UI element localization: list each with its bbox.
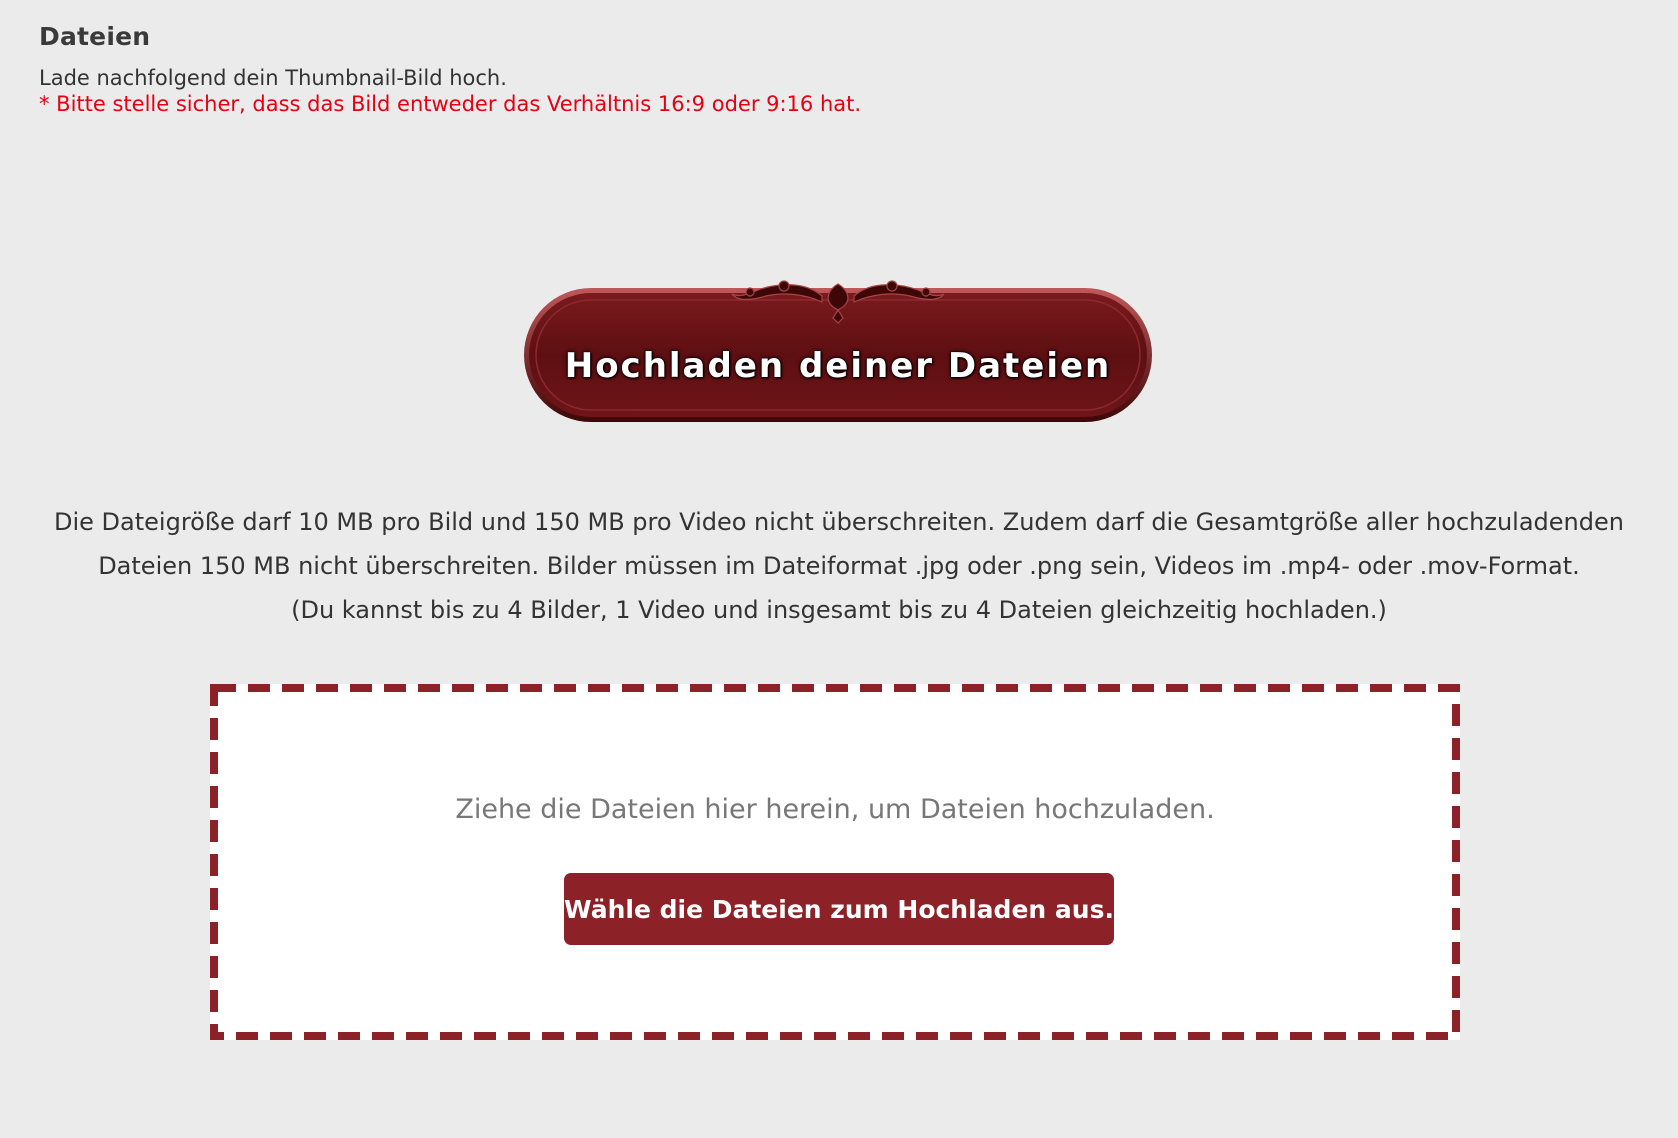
files-section-header: Dateien Lade nachfolgend dein Thumbnail-…: [39, 22, 861, 117]
limits-line: Die Dateigröße darf 10 MB pro Bild und 1…: [54, 508, 1624, 536]
section-title: Dateien: [39, 22, 151, 51]
dropzone-border: [210, 684, 1460, 1040]
upload-banner: Hochladen deiner Dateien: [522, 276, 1154, 426]
limits-line: Dateien 150 MB nicht überschreiten. Bild…: [98, 552, 1580, 580]
banner-title: Hochladen deiner Dateien: [564, 346, 1112, 386]
file-limits-info: Die Dateigröße darf 10 MB pro Bild und 1…: [40, 500, 1638, 632]
file-dropzone[interactable]: Ziehe die Dateien hier herein, um Dateie…: [210, 684, 1460, 1040]
aspect-ratio-note: * Bitte stelle sicher, dass das Bild ent…: [39, 92, 862, 116]
drop-hint-text: Ziehe die Dateien hier herein, um Dateie…: [455, 794, 1215, 825]
select-files-button[interactable]: Wähle die Dateien zum Hochladen aus.: [564, 873, 1114, 945]
limits-line: (Du kannst bis zu 4 Bilder, 1 Video und …: [291, 596, 1387, 624]
section-description: Lade nachfolgend dein Thumbnail-Bild hoc…: [39, 66, 507, 90]
